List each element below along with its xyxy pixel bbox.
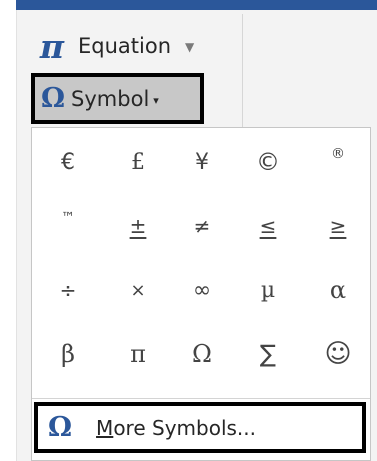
symbol-cell[interactable]: © <box>238 132 298 192</box>
symbol-cell[interactable]: ® <box>308 132 368 192</box>
ribbon-left-edge <box>16 10 17 461</box>
dropdown-divider <box>32 398 370 399</box>
symbol-cell[interactable]: ∑ <box>238 324 298 384</box>
pi-icon: π <box>39 26 65 66</box>
symbol-cell[interactable]: Ω <box>172 324 232 384</box>
symbol-cell[interactable]: × <box>108 260 168 320</box>
symbol-cell[interactable]: α <box>308 260 368 320</box>
more-symbols-access-key: M <box>96 415 114 440</box>
omega-icon: Ω <box>41 83 66 114</box>
symbol-cell[interactable]: ¥ <box>172 132 232 192</box>
symbol-grid: € £ ¥ © ® ™ ± ≠ ≤ ≥ ÷ × ∞ µ α β π Ω ∑ ☺ <box>32 128 370 396</box>
symbol-cell[interactable]: € <box>38 132 98 192</box>
symbol-cell[interactable]: ☺ <box>308 324 368 384</box>
symbol-cell[interactable]: π <box>108 324 168 384</box>
chevron-down-icon: ▾ <box>153 93 159 107</box>
symbol-cell[interactable]: µ <box>238 260 298 320</box>
equation-button[interactable]: π Equation ▼ <box>34 26 194 66</box>
symbol-label: Symbol <box>71 86 150 111</box>
symbol-button[interactable]: Ω Symbol ▾ <box>31 73 204 124</box>
symbol-cell[interactable]: ≤ <box>238 196 298 256</box>
ribbon-group-divider <box>242 14 243 132</box>
symbol-cell[interactable]: ™ <box>38 196 98 256</box>
chevron-down-icon[interactable]: ▼ <box>185 40 194 54</box>
symbol-dropdown: € £ ¥ © ® ™ ± ≠ ≤ ≥ ÷ × ∞ µ α β π Ω ∑ ☺ Ω More Symbols... <box>31 127 371 461</box>
symbol-cell[interactable]: ≥ <box>308 196 368 256</box>
symbol-cell[interactable]: ± <box>108 196 168 256</box>
more-symbols-label: More Symbols... <box>96 416 256 440</box>
word-insert-ribbon: π Equation ▼ Ω Symbol ▾ € £ ¥ © ® ™ ± ≠ ≤ ≥ ÷ × ∞ µ α β… <box>0 0 377 461</box>
symbol-cell[interactable]: ∞ <box>172 260 232 320</box>
more-symbols-label-rest: ore Symbols... <box>113 415 256 440</box>
symbol-cell[interactable]: £ <box>108 132 168 192</box>
symbol-cell[interactable]: ≠ <box>172 196 232 256</box>
equation-label: Equation <box>78 34 172 58</box>
more-symbols-button[interactable]: Ω More Symbols... <box>34 402 366 453</box>
omega-icon: Ω <box>48 412 73 443</box>
symbol-cell[interactable]: β <box>38 324 98 384</box>
ribbon-top-strip <box>16 0 377 10</box>
symbol-cell[interactable]: ÷ <box>38 260 98 320</box>
